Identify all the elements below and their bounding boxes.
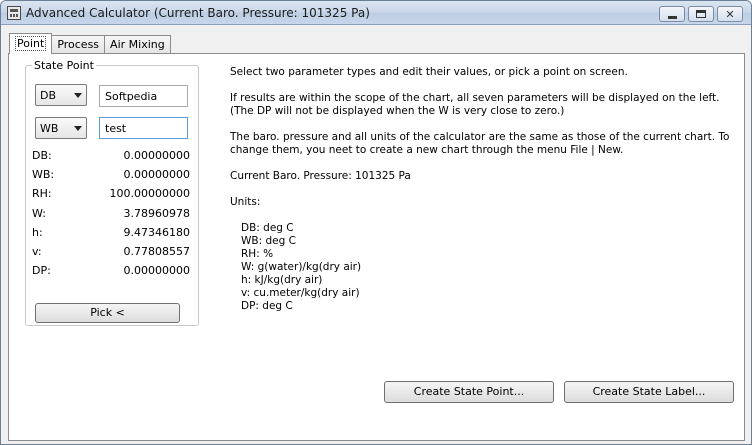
result-label: W: [32, 207, 46, 220]
units-heading: Units: [230, 196, 261, 208]
result-value: 9.47346180 [123, 226, 190, 239]
create-state-point-button[interactable]: Create State Point... [384, 381, 554, 403]
state-point-group-title: State Point [32, 59, 96, 72]
tab-bar: Point Process Air Mixing [9, 33, 171, 54]
scope-note-text: If results are within the scope of the c… [230, 92, 720, 117]
result-value: 0.00000000 [123, 149, 190, 162]
advanced-calculator-window: Advanced Calculator (Current Baro. Press… [0, 0, 752, 445]
title-bar[interactable]: Advanced Calculator (Current Baro. Press… [1, 1, 751, 25]
tab-process-label: Process [57, 38, 100, 51]
result-value: 0.00000000 [123, 264, 190, 277]
calculator-icon [7, 6, 21, 20]
minimize-icon [667, 15, 677, 19]
result-row-v: v: 0.77808557 [32, 245, 190, 260]
result-label: DP: [32, 264, 51, 277]
window-title: Advanced Calculator (Current Baro. Press… [26, 6, 370, 20]
chevron-down-icon [74, 126, 82, 131]
unit-item: W: g(water)/kg(dry air) [241, 261, 362, 273]
point-tab-panel: State Point DB WB DB: 0.00000000 WB: 0.0… [8, 53, 745, 441]
state-point-group: State Point DB WB DB: 0.00000000 WB: 0.0… [25, 59, 199, 326]
unit-item: DP: deg C [241, 300, 293, 312]
result-row-wb: WB: 0.00000000 [32, 168, 190, 183]
chevron-down-icon [74, 93, 82, 98]
tab-process[interactable]: Process [51, 35, 106, 54]
param2-type-value: WB [40, 122, 59, 135]
result-label: RH: [32, 187, 52, 200]
unit-item: v: cu.meter/kg(dry air) [241, 287, 360, 299]
tab-air-mixing-label: Air Mixing [110, 38, 165, 51]
unit-item: DB: deg C [241, 222, 294, 234]
param2-type-select[interactable]: WB [35, 117, 87, 139]
result-label: h: [32, 226, 43, 239]
units-list: DB: deg C WB: deg C RH: % W: g(water)/kg… [241, 222, 736, 313]
result-value: 0.00000000 [123, 168, 190, 181]
param1-type-select[interactable]: DB [35, 84, 87, 106]
pick-button[interactable]: Pick < [35, 303, 180, 323]
unit-item: WB: deg C [241, 235, 296, 247]
result-row-dp: DP: 0.00000000 [32, 264, 190, 279]
unit-item: RH: % [241, 248, 274, 260]
info-text: Select two parameter types and edit thei… [230, 66, 736, 313]
param2-value-input[interactable] [99, 117, 188, 139]
close-button[interactable]: ✕ [717, 6, 743, 22]
result-label: DB: [32, 149, 52, 162]
tab-air-mixing[interactable]: Air Mixing [104, 35, 171, 54]
result-label: v: [32, 245, 42, 258]
instructions-text: Select two parameter types and edit thei… [230, 66, 628, 78]
result-value: 100.00000000 [109, 187, 190, 200]
unit-item: h: kJ/kg(dry air) [241, 274, 323, 286]
result-value: 3.78960978 [123, 207, 190, 220]
result-value: 0.77808557 [123, 245, 190, 258]
param1-type-value: DB [40, 89, 57, 102]
current-baro-pressure: Current Baro. Pressure: 101325 Pa [230, 170, 411, 182]
result-row-rh: RH: 100.00000000 [32, 187, 190, 202]
create-state-label-button[interactable]: Create State Label... [564, 381, 734, 403]
maximize-icon [696, 10, 706, 18]
tab-point[interactable]: Point [9, 33, 53, 54]
close-icon: ✕ [725, 7, 735, 21]
maximize-button[interactable] [688, 6, 714, 22]
minimize-button[interactable] [659, 6, 685, 22]
result-label: WB: [32, 168, 55, 181]
result-row-w: W: 3.78960978 [32, 207, 190, 222]
baro-units-note-text: The baro. pressure and all units of the … [230, 131, 730, 156]
result-row-db: DB: 0.00000000 [32, 149, 190, 164]
result-row-h: h: 9.47346180 [32, 226, 190, 241]
param1-value-input[interactable] [99, 85, 188, 107]
tab-point-label: Point [15, 36, 47, 51]
